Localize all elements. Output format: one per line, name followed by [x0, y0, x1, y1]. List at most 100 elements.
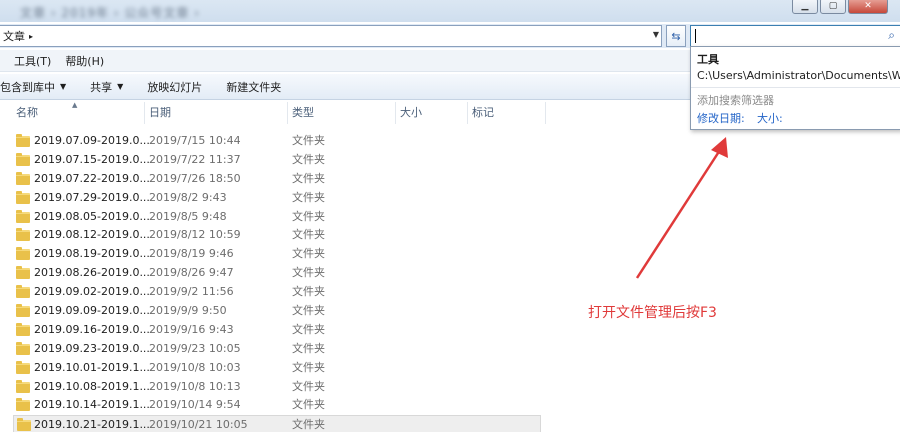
file-date: 2019/9/16 9:43 — [149, 322, 234, 336]
refresh-button[interactable]: ⇆ — [666, 25, 686, 47]
address-dropdown-icon[interactable]: ▼ — [653, 30, 659, 39]
minimize-button[interactable]: ▁ — [792, 0, 818, 14]
suggestion-heading[interactable]: 工具 — [697, 51, 719, 67]
file-row[interactable]: 2019.07.29-2019.0... 2019/8/2 9:43 文件夹 — [0, 189, 690, 208]
folder-icon — [16, 360, 30, 374]
suggestion-path[interactable]: C:\Users\Administrator\Documents\W... — [697, 69, 900, 82]
search-icon[interactable]: ⌕ — [888, 28, 895, 43]
file-date: 2019/10/21 10:05 — [149, 418, 248, 432]
file-type: 文件夹 — [292, 379, 325, 393]
file-row[interactable]: 2019.07.09-2019.0... 2019/7/15 10:44 文件夹 — [0, 132, 690, 151]
file-type: 文件夹 — [292, 152, 325, 166]
column-size[interactable]: 大小 — [396, 102, 468, 124]
file-row[interactable]: 2019.07.22-2019.0... 2019/7/26 18:50 文件夹 — [0, 170, 690, 189]
folder-icon — [16, 228, 30, 242]
include-in-library-button[interactable]: 包含到库中 ▼ — [0, 79, 78, 95]
folder-icon — [16, 171, 30, 185]
toolbar-label: 放映幻灯片 — [147, 80, 203, 94]
file-row[interactable]: 2019.09.16-2019.0... 2019/9/16 9:43 文件夹 — [0, 321, 690, 340]
file-name: 2019.07.22-2019.0... — [34, 171, 150, 185]
file-row[interactable]: 2019.09.23-2019.0... 2019/9/23 10:05 文件夹 — [0, 340, 690, 359]
file-row[interactable]: 2019.08.05-2019.0... 2019/8/5 9:48 文件夹 — [0, 208, 690, 227]
file-date: 2019/10/8 10:03 — [149, 360, 241, 374]
folder-icon — [16, 398, 30, 412]
file-type: 文件夹 — [292, 341, 325, 355]
file-type: 文件夹 — [292, 228, 325, 242]
file-type: 文件夹 — [292, 285, 325, 299]
share-button[interactable]: 共享 ▼ — [78, 79, 135, 95]
search-input[interactable]: ⌕ — [690, 25, 900, 47]
close-button[interactable]: ✕ — [848, 0, 888, 14]
column-tags[interactable]: 标记 — [468, 102, 546, 124]
refresh-icon: ⇆ — [671, 29, 681, 43]
file-row[interactable]: 2019.10.14-2019.1... 2019/10/14 9:54 文件夹 — [0, 396, 690, 415]
filter-size-link[interactable]: 大小: — [757, 110, 783, 126]
slideshow-button[interactable]: 放映幻灯片 — [135, 79, 214, 95]
column-name[interactable]: 名称 — [12, 102, 145, 124]
search-suggestions-dropdown: 工具 C:\Users\Administrator\Documents\W...… — [690, 46, 900, 130]
file-date: 2019/7/15 10:44 — [149, 134, 241, 147]
file-name: 2019.10.01-2019.1... — [34, 360, 150, 374]
file-name: 2019.09.16-2019.0... — [34, 322, 150, 336]
folder-icon — [16, 134, 30, 147]
file-date: 2019/8/26 9:47 — [149, 266, 234, 280]
menu-tools[interactable]: 工具(T) — [14, 53, 51, 69]
file-type: 文件夹 — [292, 304, 325, 318]
column-type[interactable]: 类型 — [288, 102, 396, 124]
folder-icon — [16, 341, 30, 355]
file-name: 2019.08.19-2019.0... — [34, 247, 150, 261]
address-row: 文章 ▸ ▼ ⇆ ⌕ — [0, 24, 900, 48]
column-date[interactable]: 日期 — [145, 102, 288, 124]
file-row[interactable]: 2019.09.02-2019.0... 2019/9/2 11:56 文件夹 — [0, 283, 690, 302]
filter-modified-date-link[interactable]: 修改日期: — [697, 110, 745, 126]
folder-icon — [16, 285, 30, 299]
file-type: 文件夹 — [292, 190, 325, 204]
text-caret — [695, 29, 696, 43]
file-name: 2019.10.14-2019.1... — [34, 398, 150, 412]
chevron-down-icon: ▼ — [60, 82, 67, 91]
folder-icon — [17, 418, 31, 432]
toolbar-label: 共享 — [90, 80, 113, 94]
file-name: 2019.08.12-2019.0... — [34, 228, 150, 242]
file-name: 2019.07.09-2019.0... — [34, 134, 150, 147]
folder-icon — [16, 247, 30, 261]
file-row[interactable]: 2019.08.12-2019.0... 2019/8/12 10:59 文件夹 — [0, 226, 690, 245]
folder-icon — [16, 209, 30, 223]
file-row[interactable]: 2019.09.09-2019.0... 2019/9/9 9:50 文件夹 — [0, 302, 690, 321]
folder-icon — [16, 322, 30, 336]
file-row[interactable]: 2019.08.19-2019.0... 2019/8/19 9:46 文件夹 — [0, 245, 690, 264]
file-row[interactable]: 2019.08.26-2019.0... 2019/8/26 9:47 文件夹 — [0, 264, 690, 283]
file-type: 文件夹 — [292, 247, 325, 261]
file-type: 文件夹 — [292, 322, 325, 336]
chevron-down-icon: ▼ — [117, 82, 124, 91]
file-date: 2019/9/9 9:50 — [149, 304, 227, 318]
file-name: 2019.09.02-2019.0... — [34, 285, 150, 299]
file-type: 文件夹 — [292, 209, 325, 223]
folder-icon — [16, 152, 30, 166]
divider — [691, 87, 900, 88]
file-row[interactable]: 2019.07.15-2019.0... 2019/7/22 11:37 文件夹 — [0, 151, 690, 170]
file-name: 2019.08.26-2019.0... — [34, 266, 150, 280]
file-name: 2019.10.08-2019.1... — [34, 379, 150, 393]
file-name: 2019.07.29-2019.0... — [34, 190, 150, 204]
file-row[interactable]: 2019.10.08-2019.1... 2019/10/8 10:13 文件夹 — [0, 378, 690, 397]
maximize-button[interactable]: ▢ — [820, 0, 846, 14]
add-search-filter-label: 添加搜索筛选器 — [697, 94, 774, 107]
file-date: 2019/8/5 9:48 — [149, 209, 227, 223]
file-name: 2019.07.15-2019.0... — [34, 152, 150, 166]
toolbar-label: 包含到库中 — [0, 80, 55, 94]
file-date: 2019/9/2 11:56 — [149, 285, 234, 299]
folder-icon — [16, 304, 30, 318]
folder-icon — [16, 190, 30, 204]
file-date: 2019/10/14 9:54 — [149, 398, 241, 412]
file-row[interactable]: 2019.10.01-2019.1... 2019/10/8 10:03 文件夹 — [0, 359, 690, 378]
menu-help[interactable]: 帮助(H) — [65, 53, 104, 69]
new-folder-button[interactable]: 新建文件夹 — [214, 79, 293, 95]
file-date: 2019/8/2 9:43 — [149, 190, 227, 204]
breadcrumb-chevron-icon[interactable]: ▸ — [29, 32, 33, 41]
breadcrumb[interactable]: 文章 — [3, 28, 25, 44]
file-row[interactable]: 2019.10.21-2019.1... 2019/10/21 10:05 文件夹 — [13, 415, 541, 432]
file-date: 2019/8/12 10:59 — [149, 228, 241, 242]
file-type: 文件夹 — [292, 398, 325, 412]
address-bar[interactable]: 文章 ▸ ▼ — [0, 25, 662, 47]
